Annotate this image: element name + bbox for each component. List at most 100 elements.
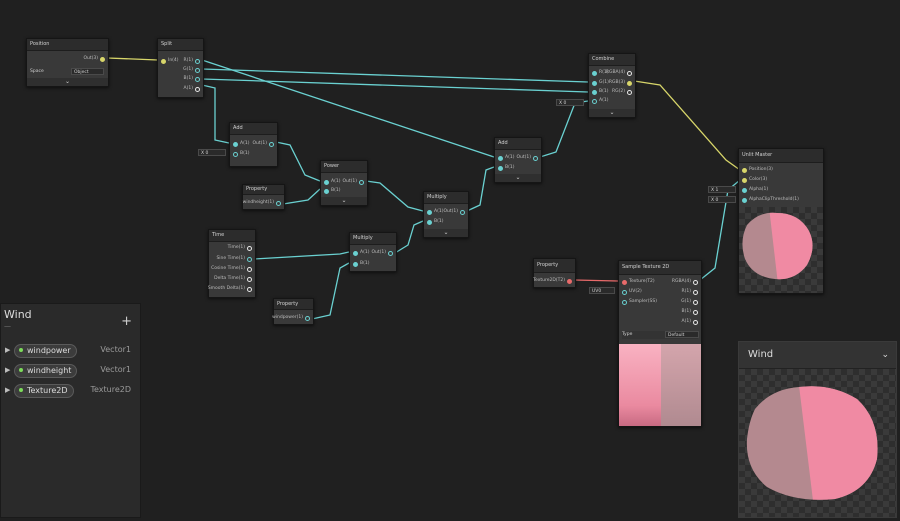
property-pill[interactable]: Texture2D: [14, 384, 74, 398]
property-pill[interactable]: windpower: [14, 344, 77, 358]
wire-time-multiply2: [253, 251, 350, 260]
blackboard-title: Wind: [4, 308, 32, 321]
output-port[interactable]: windheight(1): [243, 199, 284, 207]
property-row-windpower[interactable]: ▶ windpower Vector1: [1, 343, 142, 361]
property-texture-node[interactable]: Property Texture2D(T2): [533, 258, 576, 288]
chevron-down-icon[interactable]: ⌄: [881, 342, 889, 368]
output-port-a[interactable]: A(1): [671, 318, 701, 326]
output-port-r[interactable]: R(1): [181, 57, 203, 65]
property-windpower-node[interactable]: Property windpower(1): [272, 298, 314, 325]
output-port[interactable]: Texture2D(T2): [533, 277, 575, 285]
type-dropdown[interactable]: Default: [665, 331, 699, 338]
output-port[interactable]: Out(1): [443, 208, 468, 216]
main-preview-header[interactable]: Wind ⌄: [739, 342, 896, 369]
output-port-rg[interactable]: RG(2): [611, 88, 635, 96]
output-port-a[interactable]: A(1): [181, 85, 203, 93]
output-port-r[interactable]: R(1): [671, 288, 701, 296]
output-port-rgb[interactable]: RGB(3): [609, 79, 635, 87]
collapse-toggle[interactable]: ⌄: [589, 109, 635, 117]
position-node[interactable]: Position Out(3) Space Object ⌄: [26, 38, 109, 87]
output-port-sine-time[interactable]: Sine Time(1): [210, 255, 255, 263]
sample-texture-node[interactable]: Sample Texture 2D Texture(T2) UV(2) Samp…: [618, 260, 702, 427]
input-port[interactable]: In(4): [158, 57, 180, 65]
input-port-a[interactable]: A(1): [495, 154, 517, 162]
output-port-rgba[interactable]: RGBA(4): [606, 69, 635, 77]
expand-arrow-icon[interactable]: ▶: [5, 366, 10, 374]
input-port-sampler[interactable]: Sampler(SS): [619, 298, 659, 306]
input-port-a[interactable]: A(1): [230, 140, 252, 148]
output-port-smooth-delta[interactable]: Smooth Delta(1): [208, 285, 255, 293]
combine-a-default[interactable]: X 0: [556, 99, 584, 106]
main-preview-panel[interactable]: Wind ⌄: [738, 341, 897, 518]
output-port-rgba[interactable]: RGBA(4): [671, 278, 701, 286]
expand-arrow-icon[interactable]: ▶: [5, 386, 10, 394]
wire-windpower-multiply2: [311, 262, 350, 320]
add-property-button[interactable]: +: [121, 314, 132, 329]
output-port-time[interactable]: Time(1): [210, 244, 255, 252]
input-port-a[interactable]: A(1): [589, 97, 611, 105]
output-port[interactable]: Out(1): [342, 178, 367, 186]
input-port-a[interactable]: A(1): [321, 178, 343, 186]
input-port-b[interactable]: B(1): [424, 218, 446, 226]
output-port[interactable]: Out(3): [48, 55, 108, 63]
wire-add2-combine: [539, 100, 589, 158]
blackboard-subtitle: —: [4, 322, 11, 330]
expand-arrow-icon[interactable]: ▶: [5, 346, 10, 354]
output-port-g[interactable]: G(1): [181, 66, 203, 74]
property-row-texture2d[interactable]: ▶ Texture2D Texture2D: [1, 383, 142, 401]
input-port-g[interactable]: G(1): [589, 79, 611, 87]
wire-multiply2-multiply1: [394, 220, 424, 254]
input-port-position[interactable]: Position(3): [739, 166, 819, 174]
output-port[interactable]: Out(1): [371, 249, 396, 257]
output-port-cosine-time[interactable]: Cosine Time(1): [210, 265, 255, 273]
input-port-alpha-clip[interactable]: AlphaClipThreshold(1): [739, 196, 819, 204]
multiply-node[interactable]: Multiply A(1) B(1) Out(1) ⌄: [423, 191, 469, 238]
combine-node[interactable]: Combine R(1) G(1) B(1) A(1) RGBA(4) RGB(…: [588, 53, 636, 118]
input-port-uv[interactable]: UV(2): [619, 288, 659, 296]
wire-windheight-power: [282, 188, 321, 205]
split-node[interactable]: Split In(4) R(1) G(1) B(1) A(1): [157, 38, 204, 98]
add-node[interactable]: Add A(1) B(1) Out(1): [229, 122, 278, 167]
exposed-dot-icon: [19, 387, 23, 392]
output-port-b[interactable]: B(1): [671, 308, 701, 316]
time-node[interactable]: Time Time(1) Sine Time(1) Cosine Time(1)…: [208, 229, 256, 298]
output-port-delta-time[interactable]: Delta Time(1): [210, 275, 255, 283]
port-dot[interactable]: [100, 57, 105, 62]
main-preview-title: Wind: [748, 349, 774, 360]
uv-dropdown[interactable]: UV0: [589, 287, 615, 294]
input-port-b[interactable]: B(1): [589, 88, 611, 96]
unlit-master-node[interactable]: Unlit Master Position(3) Color(3) Alpha(…: [738, 148, 824, 294]
main-preview-viewport[interactable]: [739, 369, 896, 517]
node-title: Split: [158, 39, 203, 51]
power-node[interactable]: Power A(1) B(1) Out(1) ⌄: [320, 160, 368, 206]
property-pill[interactable]: windheight: [14, 364, 78, 378]
clip-default[interactable]: X 0: [708, 196, 736, 203]
property-windheight-node[interactable]: Property windheight(1): [242, 184, 285, 210]
input-port-b[interactable]: B(1): [230, 150, 252, 158]
input-port-color[interactable]: Color(3): [739, 176, 819, 184]
add-b-default[interactable]: X 0: [198, 149, 226, 156]
wire-power-multiply1: [365, 180, 424, 212]
collapse-toggle[interactable]: ⌄: [424, 229, 468, 237]
input-port-texture[interactable]: Texture(T2): [619, 278, 659, 286]
collapse-toggle[interactable]: ⌄: [27, 78, 108, 86]
input-port-alpha[interactable]: Alpha(1): [739, 186, 819, 194]
input-port-b[interactable]: B(1): [350, 260, 372, 268]
output-port[interactable]: Out(1): [516, 154, 541, 162]
blackboard-panel: Wind — + ▶ windpower Vector1 ▶ windheigh…: [0, 303, 141, 518]
master-preview: [739, 207, 823, 293]
property-row-windheight[interactable]: ▶ windheight Vector1: [1, 363, 142, 381]
output-port-g[interactable]: G(1): [671, 298, 701, 306]
space-dropdown[interactable]: Object: [71, 68, 104, 75]
alpha-default[interactable]: X 1: [708, 186, 736, 193]
collapse-toggle[interactable]: ⌄: [495, 174, 541, 182]
output-port-b[interactable]: B(1): [181, 75, 203, 83]
add-node[interactable]: Add A(1) B(1) Out(1) ⌄: [494, 137, 542, 183]
input-port-b[interactable]: B(1): [495, 164, 517, 172]
input-port-a[interactable]: A(1): [350, 249, 372, 257]
output-port[interactable]: windpower(1): [272, 314, 313, 322]
multiply-node[interactable]: Multiply A(1) B(1) Out(1): [349, 232, 397, 272]
input-port-b[interactable]: B(1): [321, 187, 343, 195]
output-port[interactable]: Out(1): [252, 140, 277, 148]
collapse-toggle[interactable]: ⌄: [321, 197, 367, 205]
